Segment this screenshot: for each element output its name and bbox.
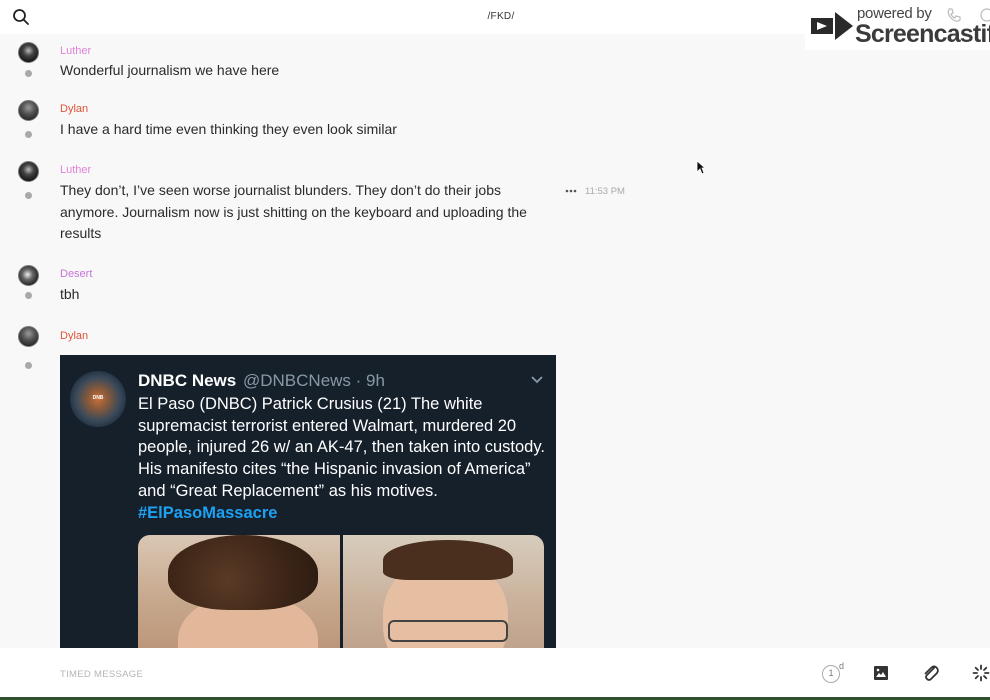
- tweet-photo-right: [343, 535, 544, 648]
- sender-name[interactable]: Desert: [60, 268, 92, 280]
- tweet-avatar-logo: DNB: [92, 395, 104, 401]
- message-text: tbh: [60, 286, 80, 302]
- info-icon[interactable]: [980, 8, 990, 22]
- tweet-hashtag: #ElPasoMassacre: [138, 503, 278, 522]
- timer-unit: d: [839, 661, 845, 671]
- message-text: Wonderful journalism we have here: [60, 62, 280, 78]
- status-dot: [25, 292, 32, 299]
- timer-value: 1: [828, 668, 834, 678]
- chevron-down-icon: [531, 376, 543, 384]
- paperclip-icon[interactable]: [922, 664, 940, 682]
- sender-name[interactable]: Luther: [60, 164, 91, 176]
- avatar[interactable]: [18, 265, 39, 286]
- phone-icon[interactable]: [946, 8, 962, 24]
- image-icon[interactable]: [873, 665, 889, 681]
- status-dot: [25, 192, 32, 199]
- status-dot: [25, 70, 32, 77]
- avatar[interactable]: [18, 326, 39, 347]
- tweet-screenshot[interactable]: DNB DNBC News @DNBCNews · 9h El Paso (DN…: [60, 355, 556, 648]
- message-text: They don’t, I’ve seen worse journalist b…: [60, 182, 527, 241]
- status-dot: [25, 131, 32, 138]
- message-timer[interactable]: 1 d: [822, 661, 848, 685]
- message-list: Luther Wonderful journalism we have here…: [0, 34, 990, 648]
- tweet-avatar: DNB: [70, 371, 126, 427]
- message-text: I have a hard time even thinking they ev…: [60, 121, 397, 137]
- gif-loading-icon[interactable]: [972, 664, 990, 682]
- avatar[interactable]: [18, 100, 39, 121]
- tweet-body: El Paso (DNBC) Patrick Crusius (21) The …: [138, 394, 550, 524]
- tweet-handle-time: @DNBCNews · 9h: [243, 371, 385, 390]
- message-timestamp: 11:53 PM: [585, 186, 625, 197]
- more-options-icon[interactable]: [565, 189, 577, 193]
- timed-message-input[interactable]: [60, 662, 760, 686]
- sender-name[interactable]: Dylan: [60, 103, 88, 115]
- status-dot: [25, 362, 32, 369]
- avatar[interactable]: [18, 161, 39, 182]
- sender-name[interactable]: Luther: [60, 45, 91, 57]
- avatar[interactable]: [18, 42, 39, 63]
- message-composer: 1 d: [0, 648, 990, 700]
- tweet-media: [138, 535, 544, 648]
- tweet-body-text: El Paso (DNBC) Patrick Crusius (21) The …: [138, 395, 545, 500]
- sender-name[interactable]: Dylan: [60, 330, 88, 342]
- tweet-photo-left: [138, 535, 340, 648]
- tweet-author-name: DNBC News: [138, 371, 237, 390]
- mouse-cursor-icon: [696, 160, 706, 175]
